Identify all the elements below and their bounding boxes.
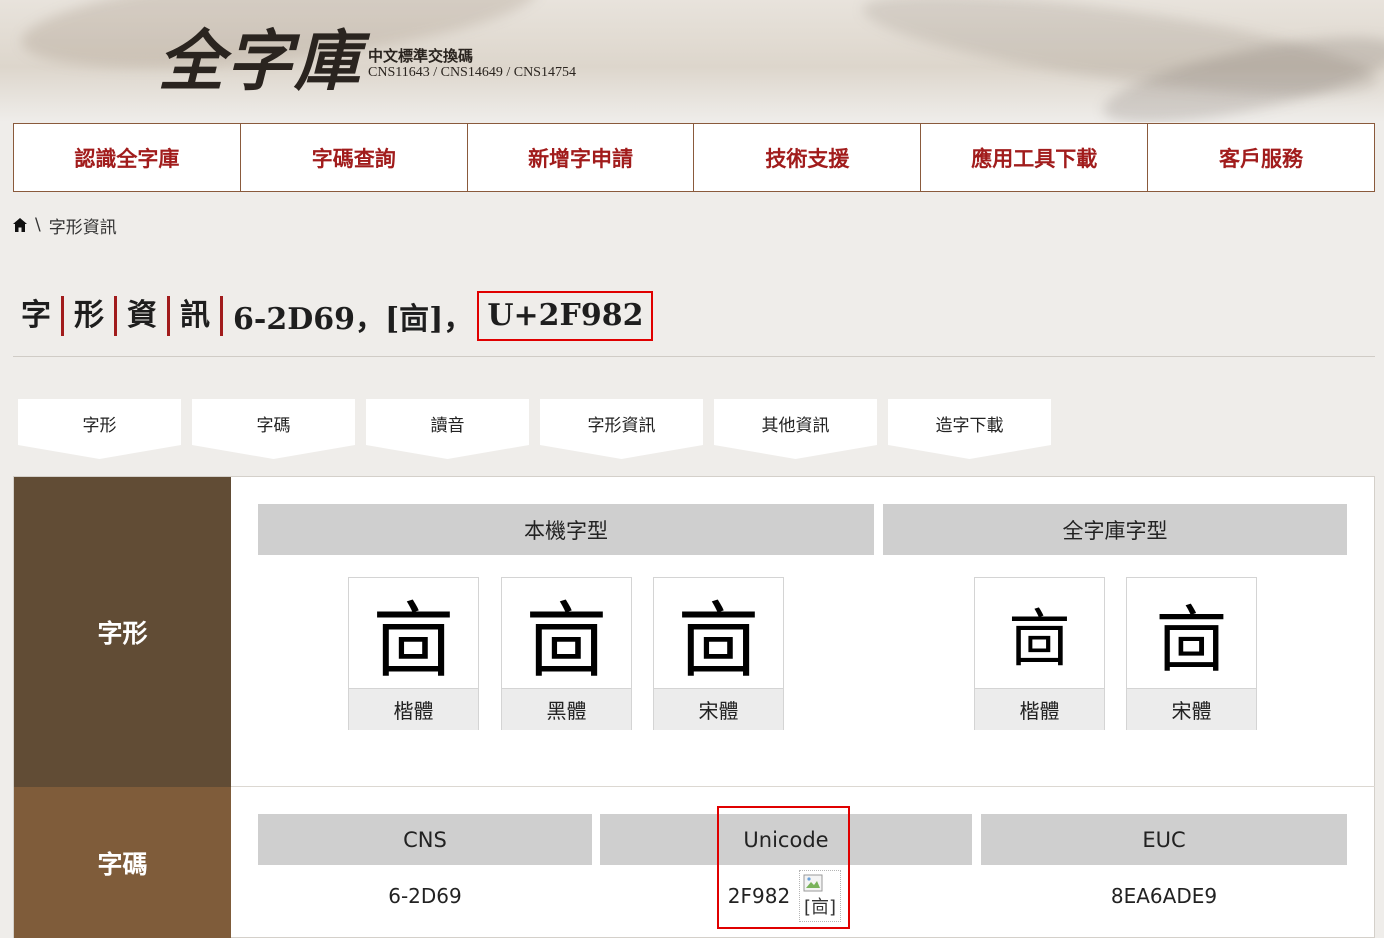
glyph-card-cns-kai: 㐭 楷體 (974, 577, 1105, 730)
section-tabs: 字形 字碼 讀音 字形資訊 其他資訊 造字下載 (18, 399, 1051, 459)
code-section-label: 字碼 (14, 787, 231, 938)
glyph-card-cns-song: 㐭 宋體 (1126, 577, 1257, 730)
site-logo[interactable]: 全字庫 (158, 8, 362, 104)
tab-font-download[interactable]: 造字下載 (888, 399, 1051, 459)
unicode-highlight-box (717, 806, 850, 929)
cns-column-header: CNS (258, 814, 592, 865)
tab-label: 其他資訊 (761, 416, 830, 436)
title-char: 形 (64, 296, 117, 336)
cns-code-value: 6-2D69 (388, 884, 462, 908)
breadcrumb-current: 字形資訊 (48, 217, 117, 238)
tab-pronunciation[interactable]: 讀音 (366, 399, 529, 459)
tab-label: 字形 (82, 416, 117, 436)
glyph-font-label: 黑體 (502, 688, 631, 730)
cns-fonts-header: 全字庫字型 (883, 504, 1347, 555)
nav-item-about[interactable]: 認識全字庫 (14, 124, 241, 191)
breadcrumb-separator: \ (35, 215, 41, 235)
tab-label: 字形資訊 (587, 416, 656, 436)
tab-label: 字碼 (256, 416, 291, 436)
tab-label: 造字下載 (935, 416, 1004, 436)
title-divider (13, 356, 1375, 357)
nav-item-new-char-request[interactable]: 新增字申請 (468, 124, 695, 191)
euc-column-header: EUC (981, 814, 1347, 865)
title-code: 6-2D69，[㐭]， (233, 302, 474, 337)
glyph-font-label: 楷體 (975, 688, 1104, 730)
glyph-font-label: 楷體 (349, 688, 478, 730)
glyph-card-local-kai: 㐭 楷體 (348, 577, 479, 730)
glyph-font-label: 宋體 (654, 688, 783, 730)
euc-code-value: 8EA6ADE9 (1110, 884, 1218, 908)
tab-code[interactable]: 字碼 (192, 399, 355, 459)
title-char: 訊 (170, 296, 223, 336)
glyph-preview: 㐭 (525, 593, 608, 689)
glyph-font-label: 宋體 (1127, 688, 1256, 730)
glyph-preview: 㐭 (677, 593, 760, 689)
title-unicode: U+2F982 (477, 291, 654, 341)
glyph-preview: 㐭 (1155, 597, 1228, 682)
nav-item-code-search[interactable]: 字碼查詢 (241, 124, 468, 191)
site-header: 全字庫 中文標準交換碼 CNS11643 / CNS14649 / CNS147… (0, 0, 1384, 122)
main-nav: 認識全字庫 字碼查詢 新增字申請 技術支援 應用工具下載 客戶服務 (13, 123, 1375, 192)
row-divider (231, 786, 1375, 787)
nav-item-customer-service[interactable]: 客戶服務 (1148, 124, 1374, 191)
tab-label: 讀音 (430, 416, 465, 436)
logo-standards: CNS11643 / CNS14649 / CNS14754 (368, 65, 576, 80)
title-char: 字 (13, 296, 64, 336)
home-icon[interactable] (13, 218, 27, 232)
info-panel: 字形 本機字型 全字庫字型 㐭 楷體 㐭 黑體 㐭 宋體 㐭 楷體 㐭 宋體 字… (13, 476, 1375, 938)
title-char: 資 (117, 296, 170, 336)
page-title: 字 形 資 訊 6-2D69，[㐭]， U+2F982 (13, 290, 654, 342)
logo-subtitle: 中文標準交換碼 (368, 47, 474, 65)
glyph-preview: 㐭 (1008, 602, 1071, 675)
glyph-card-local-song: 㐭 宋體 (653, 577, 784, 730)
local-fonts-header: 本機字型 (258, 504, 874, 555)
breadcrumb: \ 字形資訊 (13, 212, 117, 238)
tab-other-info[interactable]: 其他資訊 (714, 399, 877, 459)
glyph-preview: 㐭 (372, 593, 455, 689)
tab-glyph-info[interactable]: 字形資訊 (540, 399, 703, 459)
nav-item-tech-support[interactable]: 技術支援 (694, 124, 922, 191)
tab-glyph[interactable]: 字形 (18, 399, 181, 459)
nav-item-tools-download[interactable]: 應用工具下載 (921, 124, 1149, 191)
glyph-card-local-hei: 㐭 黑體 (501, 577, 632, 730)
glyph-section-label: 字形 (14, 477, 231, 787)
